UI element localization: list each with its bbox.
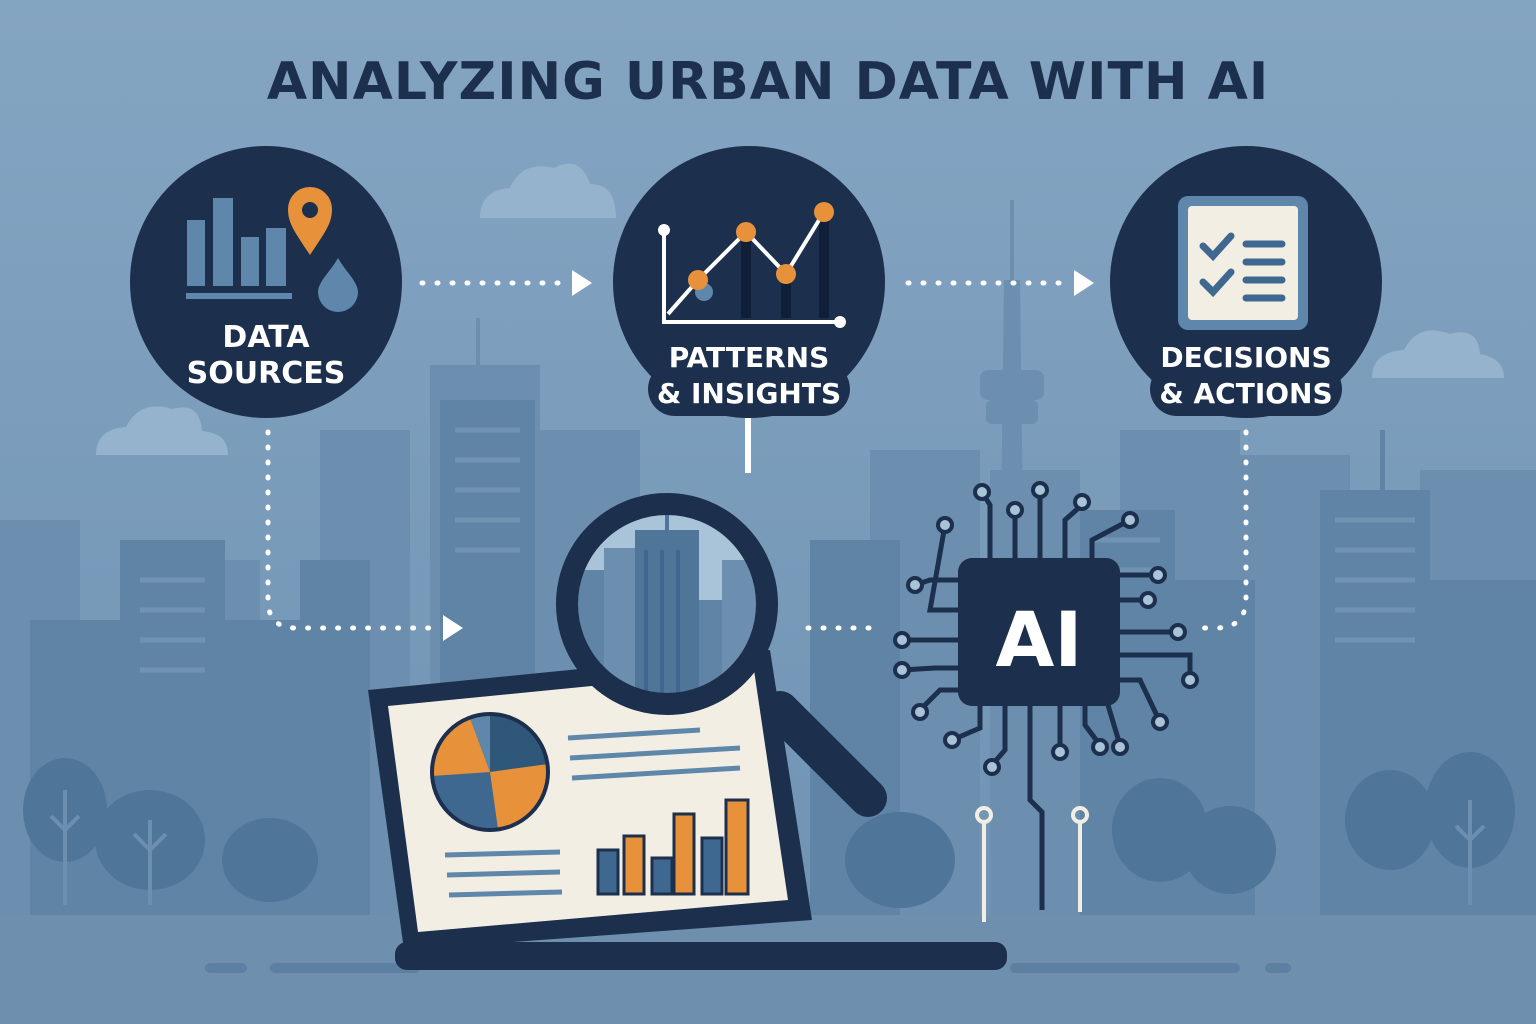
step-label-line: SOURCES — [186, 356, 346, 391]
step-label-line: PATTERNS — [668, 341, 830, 374]
step-label-decisions: DECISIONS & ACTIONS — [1146, 340, 1346, 412]
page-title: ANALYZING URBAN DATA WITH AI — [266, 52, 1270, 112]
step-label-patterns: PATTERNS & INSIGHTS — [649, 340, 849, 412]
step-label-data-sources: DATA SOURCES — [166, 320, 366, 392]
laptop-base — [395, 942, 1007, 970]
step-label-line: DATA — [222, 320, 310, 355]
step-label-line: & INSIGHTS — [656, 377, 842, 410]
illustration-canvas — [0, 0, 1536, 1024]
step-label-line: DECISIONS — [1160, 341, 1332, 374]
connector-line — [745, 418, 751, 473]
step-label-line: & ACTIONS — [1159, 377, 1333, 410]
checklist-icon — [1178, 196, 1308, 330]
pie-chart-icon — [430, 712, 550, 832]
ai-chip-label: AI — [995, 595, 1083, 684]
